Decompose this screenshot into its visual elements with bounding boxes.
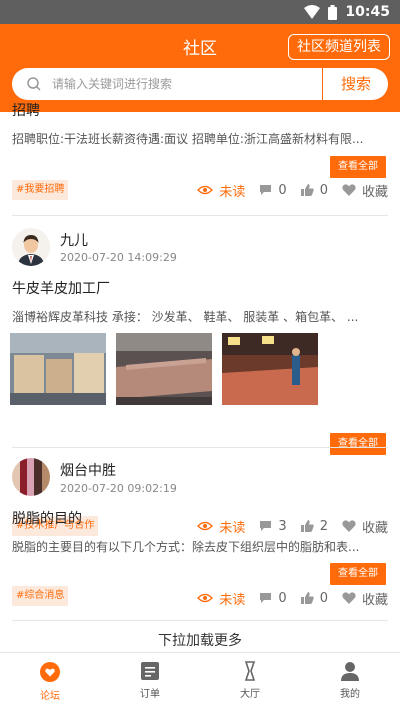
post-list: 招聘 招聘职位:干法班长薪资待遇:面议 招聘单位:浙江高盛新材料有限... 查看… <box>0 102 400 652</box>
hall-icon <box>244 661 256 681</box>
search-divider <box>322 68 323 100</box>
bottom-tab-bar: 论坛 订单 大厅 我的 <box>0 652 400 710</box>
profile-icon <box>341 662 359 681</box>
author-name[interactable]: 九儿 <box>60 230 88 250</box>
divider <box>12 215 388 216</box>
post-body: 脱脂的主要目的有以下几个方式：除去皮下组织层中的脂肪和表... <box>12 540 360 554</box>
thumbs-up-icon <box>300 184 314 196</box>
post-body: 淄博裕辉皮革科技 承接： 沙发革、 鞋革、 服装革 、箱包革、 ... <box>12 310 359 324</box>
like-button[interactable]: 0 <box>300 183 328 198</box>
eye-icon <box>197 185 214 195</box>
divider <box>12 447 388 448</box>
post-tag[interactable]: #综合消息 <box>12 586 69 606</box>
eye-icon <box>197 593 214 603</box>
post-title: 脱脂的目的 <box>12 511 82 527</box>
search-input[interactable] <box>52 72 322 96</box>
battery-icon <box>328 4 338 20</box>
comment-button[interactable]: 0 <box>259 183 287 198</box>
view-all-button[interactable]: 查看全部 <box>330 563 386 585</box>
comment-icon <box>260 185 272 195</box>
tab-label: 订单 <box>140 689 160 700</box>
tab-profile[interactable]: 我的 <box>300 653 400 710</box>
search-icon <box>26 76 42 96</box>
unread-status: 未读 <box>197 589 245 608</box>
avatar[interactable] <box>12 228 50 266</box>
load-more-hint: 下拉加载更多 <box>158 633 242 649</box>
post-image[interactable] <box>222 333 318 405</box>
search-bar: 搜索 <box>12 68 388 100</box>
post-title: 牛皮羊皮加工厂 <box>12 281 110 297</box>
forum-icon <box>40 662 60 682</box>
post-image[interactable] <box>116 333 212 405</box>
post-body: 招聘职位:干法班长薪资待遇:面议 招聘单位:浙江高盛新材料有限... <box>12 132 364 146</box>
post-card[interactable]: 招聘 招聘职位:干法班长薪资待遇:面议 招聘单位:浙江高盛新材料有限... 查看… <box>12 102 388 210</box>
search-button[interactable]: 搜索 <box>324 68 388 100</box>
post-card[interactable]: 九儿 2020-07-20 14:09:29 牛皮羊皮加工厂 淄博裕辉皮革科技 … <box>10 224 388 536</box>
channel-list-button[interactable]: 社区频道列表 <box>288 34 390 60</box>
tab-forum[interactable]: 论坛 <box>0 653 100 710</box>
heart-icon <box>342 184 356 196</box>
post-actions: 未读 0 0 收藏 <box>183 180 388 200</box>
unread-status: 未读 <box>197 181 245 200</box>
status-time: 10:45 <box>345 4 390 20</box>
comment-button[interactable]: 0 <box>259 591 287 606</box>
divider <box>12 620 388 621</box>
avatar[interactable] <box>12 458 50 496</box>
tab-label: 大厅 <box>240 689 260 700</box>
wifi-icon <box>304 5 321 19</box>
author-name[interactable]: 烟台中胜 <box>60 460 116 480</box>
heart-icon <box>342 592 356 604</box>
post-tag[interactable]: #我要招聘 <box>12 180 69 200</box>
post-title: 招聘 <box>12 103 40 119</box>
tab-orders[interactable]: 订单 <box>100 653 200 710</box>
tab-label: 论坛 <box>40 691 60 702</box>
order-icon <box>141 662 159 680</box>
favorite-button[interactable]: 收藏 <box>342 181 388 200</box>
post-time: 2020-07-20 09:02:19 <box>60 482 177 495</box>
favorite-button[interactable]: 收藏 <box>342 589 388 608</box>
tab-hall[interactable]: 大厅 <box>200 653 300 710</box>
post-time: 2020-07-20 14:09:29 <box>60 251 177 264</box>
view-all-button[interactable]: 查看全部 <box>330 433 386 455</box>
app-header: 社区 社区频道列表 搜索 <box>0 24 400 112</box>
view-all-button[interactable]: 查看全部 <box>330 156 386 178</box>
post-image[interactable] <box>10 333 106 405</box>
like-button[interactable]: 0 <box>300 591 328 606</box>
post-actions: 未读 0 0 收藏 <box>183 588 388 608</box>
comment-icon <box>260 593 272 603</box>
status-bar: 10:45 <box>0 0 400 24</box>
thumbs-up-icon <box>300 592 314 604</box>
tab-label: 我的 <box>340 689 360 700</box>
